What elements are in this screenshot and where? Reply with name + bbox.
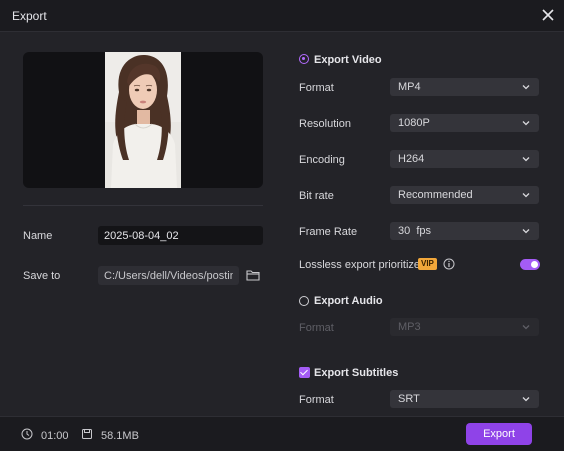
- framerate-select[interactable]: 30 fps: [390, 222, 539, 240]
- chevron-down-icon: [522, 397, 530, 402]
- subtitle-format-select[interactable]: SRT: [390, 390, 539, 408]
- video-format-select[interactable]: MP4: [390, 78, 539, 96]
- clock-icon: [21, 428, 33, 440]
- video-format-label: Format: [299, 82, 334, 94]
- video-format-value: MP4: [398, 81, 421, 93]
- vip-badge: VIP: [418, 258, 437, 270]
- chevron-down-icon: [522, 325, 530, 330]
- file-size-text: 58.1MB: [101, 430, 139, 442]
- save-disk-icon: [82, 429, 92, 439]
- resolution-value: 1080P: [398, 117, 430, 129]
- audio-format-label: Format: [299, 322, 334, 334]
- lossless-label: Lossless export prioritized: [299, 259, 427, 271]
- subtitle-format-value: SRT: [398, 393, 420, 405]
- export-subtitles-checkbox[interactable]: [299, 367, 310, 378]
- save-to-label: Save to: [23, 270, 61, 282]
- audio-format-value: MP3: [398, 321, 421, 333]
- resolution-select[interactable]: 1080P: [390, 114, 539, 132]
- save-path-field[interactable]: [98, 266, 239, 285]
- info-icon[interactable]: [443, 258, 455, 270]
- chevron-down-icon: [522, 229, 530, 234]
- subtitle-format-label: Format: [299, 394, 334, 406]
- close-icon[interactable]: [540, 7, 556, 23]
- chevron-down-icon: [522, 193, 530, 198]
- chevron-down-icon: [522, 85, 530, 90]
- framerate-label: Frame Rate: [299, 226, 358, 238]
- portrait-thumbnail: [105, 52, 181, 188]
- chevron-down-icon: [522, 121, 530, 126]
- export-subtitles-heading: Export Subtitles: [314, 367, 399, 379]
- encoding-value: H264: [398, 153, 425, 165]
- title-bar: Export: [0, 0, 564, 32]
- export-audio-radio[interactable]: [299, 296, 309, 306]
- bitrate-select[interactable]: Recommended: [390, 186, 539, 204]
- bitrate-label: Bit rate: [299, 190, 334, 202]
- chevron-down-icon: [522, 157, 530, 162]
- export-audio-heading: Export Audio: [314, 295, 383, 307]
- resolution-label: Resolution: [299, 118, 351, 130]
- name-input[interactable]: [98, 226, 263, 245]
- export-video-heading: Export Video: [314, 54, 382, 66]
- duration-text: 01:00: [41, 430, 69, 442]
- footer-bar: 01:00 58.1MB Export: [0, 416, 564, 451]
- video-preview: [23, 52, 263, 188]
- name-label: Name: [23, 230, 53, 242]
- dialog-title: Export: [12, 9, 47, 23]
- divider: [23, 205, 263, 206]
- framerate-value: 30 fps: [398, 225, 432, 237]
- lossless-toggle[interactable]: [520, 259, 540, 270]
- encoding-label: Encoding: [299, 154, 345, 166]
- encoding-select[interactable]: H264: [390, 150, 539, 168]
- bitrate-value: Recommended: [398, 189, 473, 201]
- export-button[interactable]: Export: [466, 423, 532, 445]
- audio-format-select[interactable]: MP3: [390, 318, 539, 336]
- export-video-radio[interactable]: [299, 54, 309, 64]
- folder-icon[interactable]: [246, 268, 260, 282]
